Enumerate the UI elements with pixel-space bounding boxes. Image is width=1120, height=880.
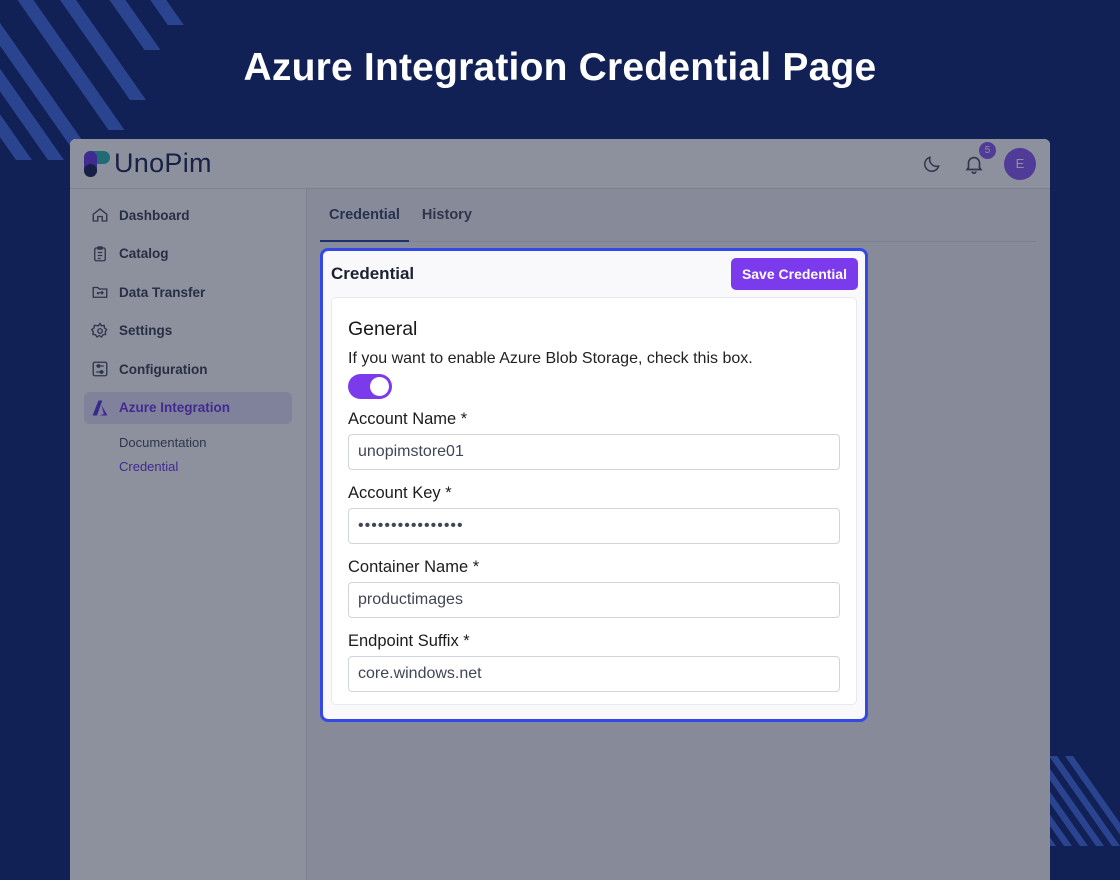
save-credential-button[interactable]: Save Credential: [730, 258, 858, 290]
account-key-label: Account Key *: [348, 484, 452, 502]
sidebar-item-label: Settings: [119, 323, 173, 338]
tab-credential[interactable]: Credential: [320, 189, 409, 242]
sidebar-item-label: Dashboard: [119, 207, 190, 223]
sidebar-item-settings[interactable]: Settings: [84, 315, 292, 347]
azure-logo-icon: [90, 398, 110, 418]
home-icon: [90, 205, 110, 225]
sidebar-item-label: Configuration: [119, 361, 208, 377]
section-title: General: [348, 318, 418, 340]
account-name-label: Account Name *: [348, 410, 468, 428]
folder-transfer-icon: [90, 282, 110, 302]
dark-mode-moon-icon[interactable]: [920, 152, 944, 176]
sidebar-subitem-credential[interactable]: Credential: [119, 454, 306, 478]
sidebar-item-catalog[interactable]: Catalog: [84, 238, 292, 270]
account-key-input[interactable]: [348, 508, 840, 544]
sliders-icon: [90, 359, 110, 379]
unopim-logo-icon: [84, 150, 110, 177]
account-name-input[interactable]: [348, 434, 840, 470]
decorative-stripes-bottom-right: [1050, 756, 1120, 846]
enable-azure-toggle[interactable]: [348, 374, 392, 399]
card-title: Credential: [331, 264, 415, 283]
user-avatar[interactable]: E: [1004, 147, 1036, 180]
sidebar-item-label: Catalog: [119, 246, 169, 261]
sidebar-item-data-transfer[interactable]: Data Transfer: [84, 276, 292, 308]
tab-history[interactable]: History: [413, 189, 481, 241]
toggle-knob: [370, 377, 389, 396]
credential-card: Credential Save Credential General If yo…: [320, 248, 868, 722]
general-panel: General If you want to enable Azure Blob…: [331, 297, 857, 705]
gear-icon: [90, 321, 110, 341]
clipboard-icon: [90, 244, 110, 264]
tab-bar: Credential History: [320, 189, 1036, 242]
container-name-label: Container Name *: [348, 558, 480, 576]
endpoint-suffix-input[interactable]: [348, 656, 840, 692]
sidebar-item-label: Azure Integration: [119, 400, 231, 415]
endpoint-suffix-label: Endpoint Suffix *: [348, 632, 470, 650]
sidebar-subitem-documentation[interactable]: Documentation: [119, 430, 306, 454]
hero-title: Azure Integration Credential Page: [243, 46, 877, 89]
logo[interactable]: UnoPim: [84, 148, 212, 179]
sidebar-item-azure-integration[interactable]: Azure Integration: [84, 391, 292, 424]
container-name-input[interactable]: [348, 582, 840, 618]
sidebar: Dashboard Catalog Data Transfer Settings…: [70, 189, 307, 880]
notification-bell-icon[interactable]: 5: [962, 141, 996, 176]
sidebar-item-configuration[interactable]: Configuration: [84, 353, 292, 385]
top-bar: UnoPim 5 E: [70, 139, 1050, 189]
logo-text: UnoPim: [114, 148, 212, 178]
sidebar-item-label: Data Transfer: [119, 284, 206, 300]
notification-count-badge: 5: [979, 141, 996, 159]
sidebar-item-dashboard[interactable]: Dashboard: [84, 199, 292, 231]
enable-hint: If you want to enable Azure Blob Storage…: [348, 350, 753, 367]
